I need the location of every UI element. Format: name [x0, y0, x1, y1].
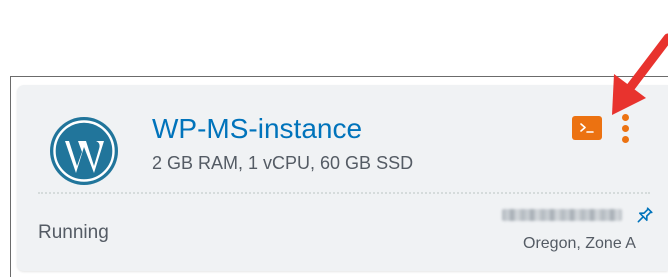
- terminal-icon: [580, 123, 594, 133]
- connect-ssh-button[interactable]: [572, 116, 602, 140]
- instance-specs: 2 GB RAM, 1 vCPU, 60 GB SSD: [152, 153, 414, 173]
- ip-address-redacted: [502, 209, 622, 221]
- red-arrow-icon: [612, 33, 668, 115]
- wordpress-logo-icon: [50, 117, 118, 185]
- kebab-dot: [622, 136, 629, 143]
- pin-icon[interactable]: [634, 206, 654, 226]
- instance-name-link[interactable]: WP-MS-instance: [152, 110, 362, 148]
- instance-status: Running: [38, 222, 109, 243]
- instance-location: Oregon, Zone A: [523, 235, 636, 252]
- card-divider: [38, 192, 650, 194]
- kebab-dot: [622, 125, 629, 132]
